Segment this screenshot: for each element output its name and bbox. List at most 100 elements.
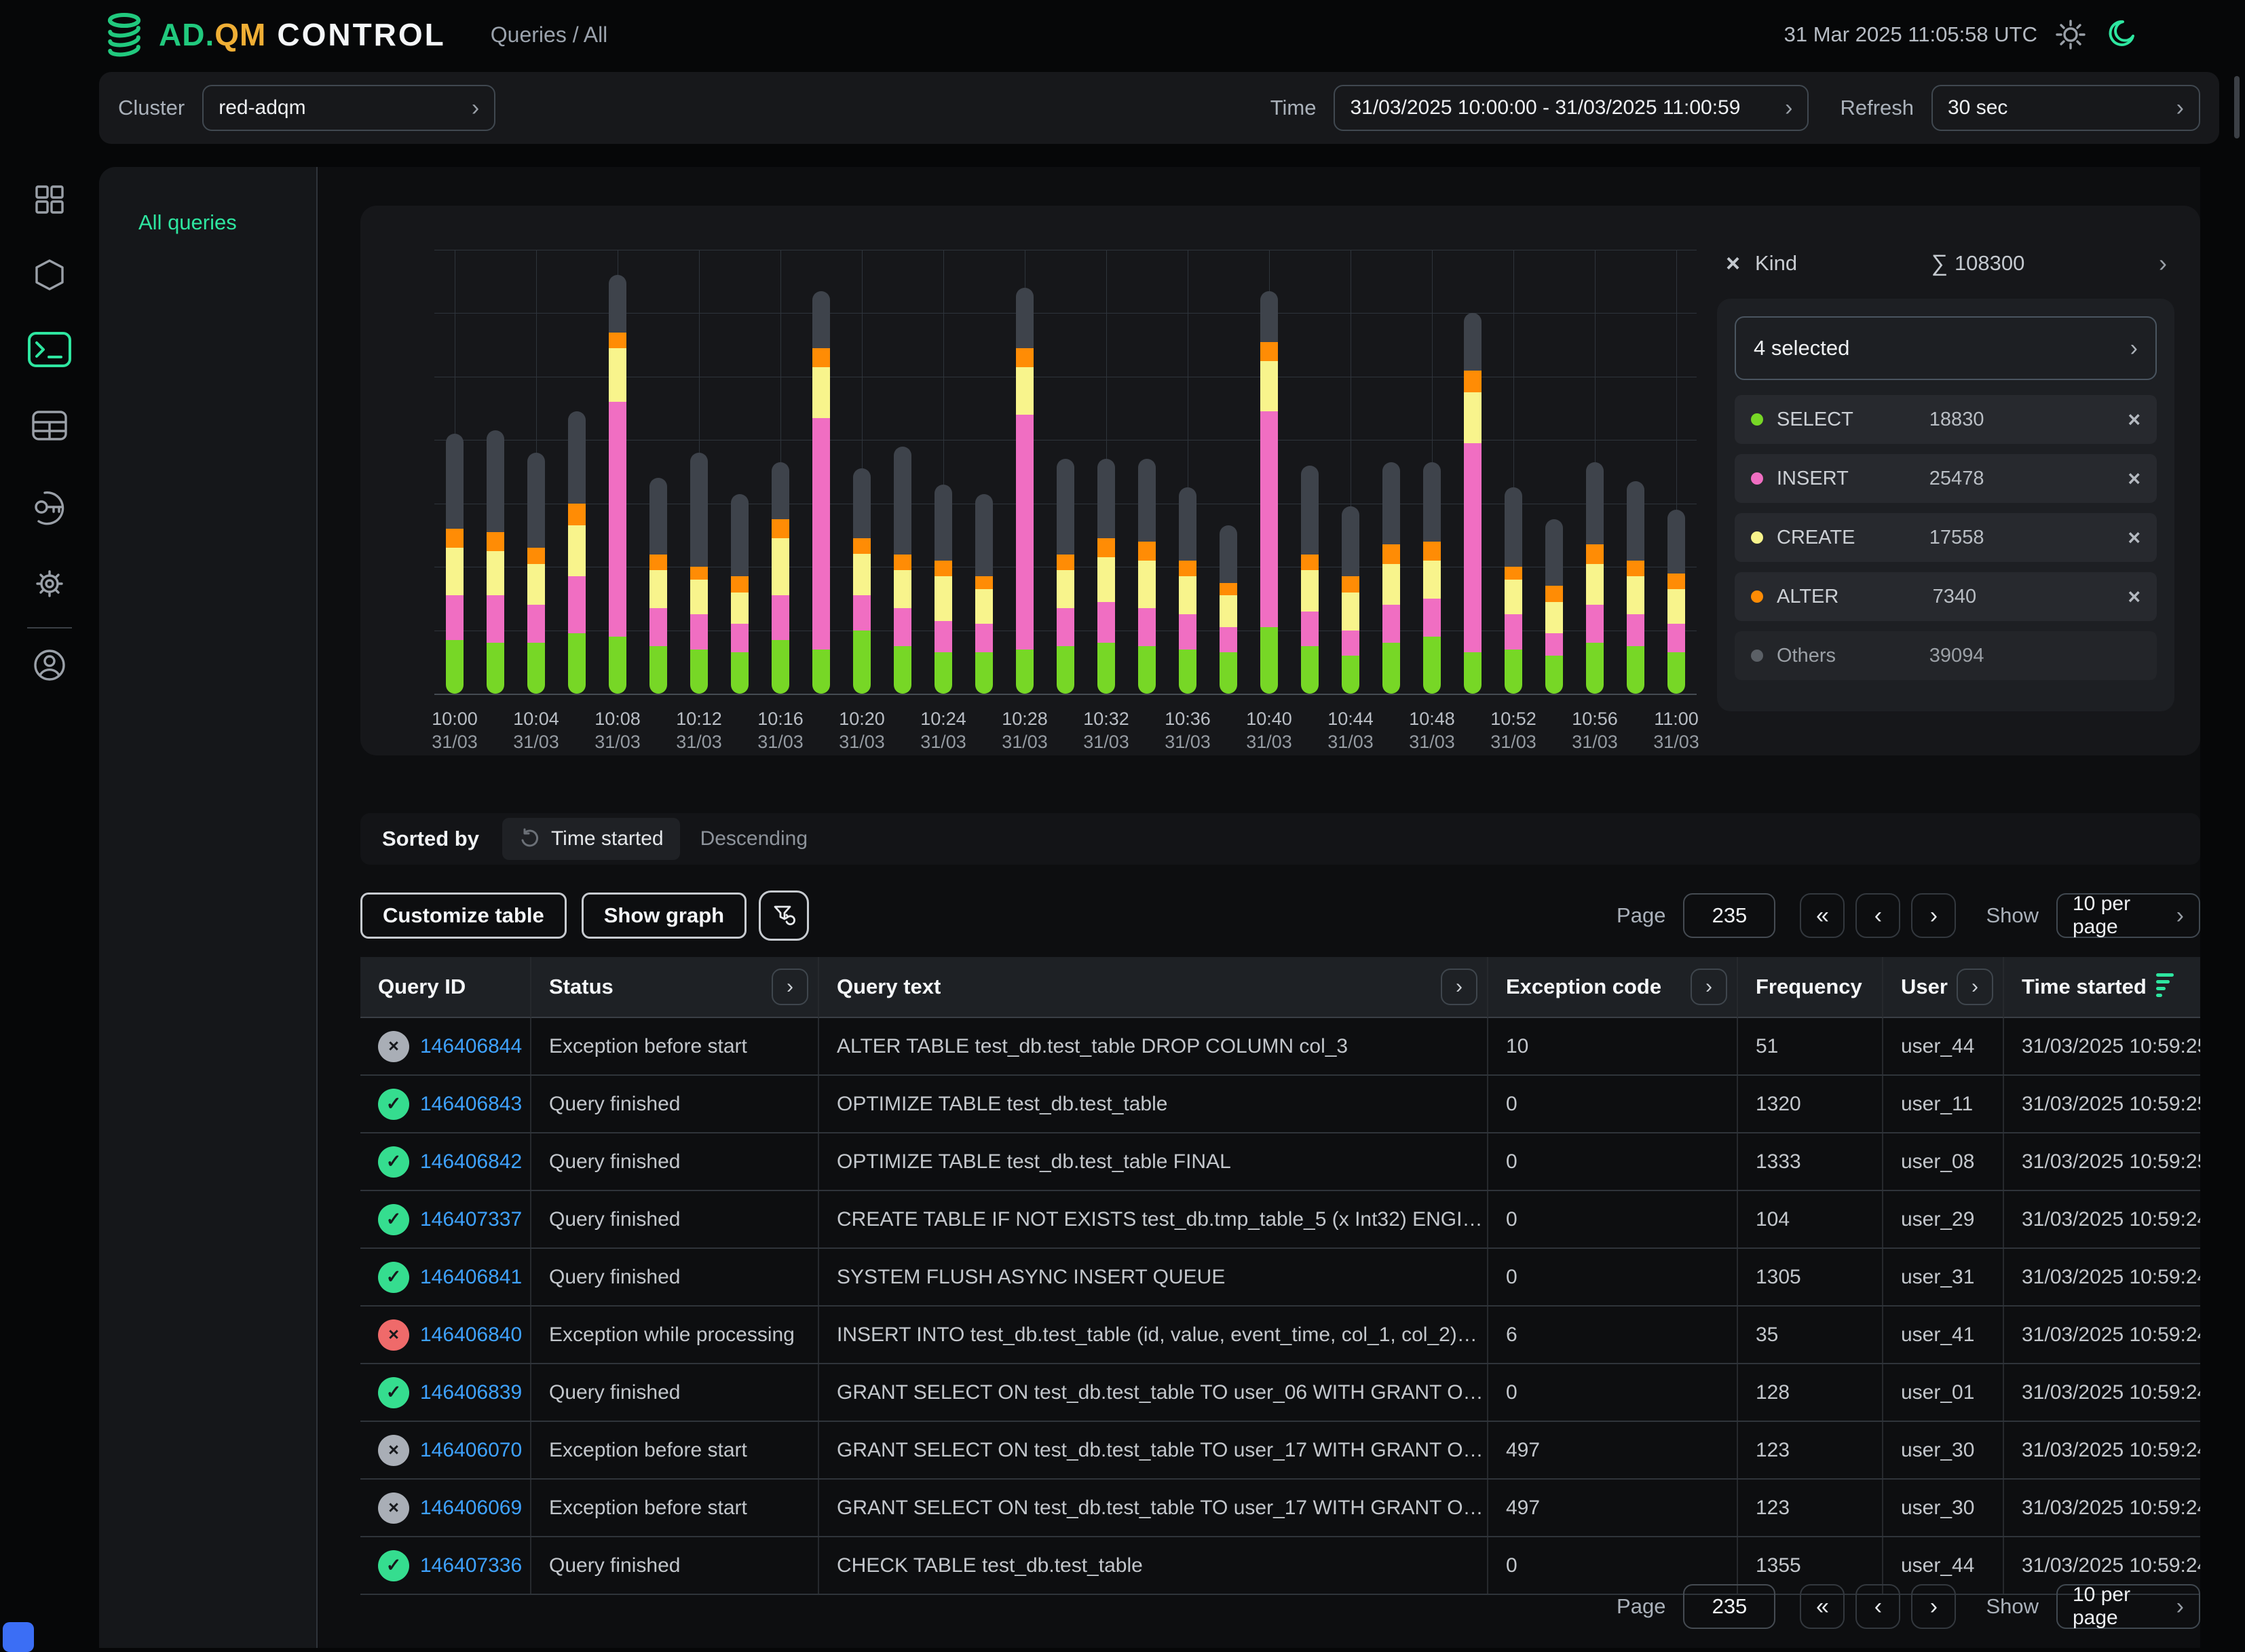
sidebar-item-dashboard[interactable] (0, 183, 99, 216)
reset-filters-button[interactable] (759, 890, 809, 941)
nav-item-all-queries[interactable]: All queries (138, 210, 316, 235)
legend-remove-icon[interactable]: × (2128, 466, 2140, 491)
bar-10:58[interactable] (1615, 250, 1656, 694)
bar-10:50[interactable] (1452, 250, 1493, 694)
sidebar-item-cluster[interactable] (0, 258, 99, 292)
bar-10:26[interactable] (964, 250, 1004, 694)
bar-10:24[interactable] (923, 250, 964, 694)
customize-table-button[interactable]: Customize table (360, 893, 567, 939)
dark-theme-button[interactable] (2104, 18, 2136, 51)
bar-10:56[interactable] (1574, 250, 1615, 694)
bar-10:04[interactable] (516, 250, 556, 694)
bar-10:00[interactable] (434, 250, 475, 694)
query-id-link[interactable]: 146406070 (420, 1439, 522, 1462)
query-text-filter-button[interactable]: › (1441, 969, 1477, 1005)
bar-10:48[interactable] (1412, 250, 1452, 694)
sidebar-item-tables[interactable] (0, 410, 99, 441)
exception-code-filter-button[interactable]: › (1691, 969, 1727, 1005)
bar-10:30[interactable] (1045, 250, 1086, 694)
bar-10:06[interactable] (556, 250, 597, 694)
legend-row-insert[interactable]: INSERT25478× (1735, 454, 2157, 503)
legend-remove-icon[interactable]: × (2128, 584, 2140, 609)
time-range-select[interactable]: 31/03/2025 10:00:00 - 31/03/2025 11:00:5… (1334, 85, 1809, 131)
previous-page-button[interactable]: ‹ (1855, 893, 1900, 938)
bar-10:54[interactable] (1534, 250, 1574, 694)
cell-query-id: ✓146406843 (360, 1076, 531, 1132)
breadcrumb[interactable]: Queries / All (491, 22, 608, 48)
chevron-right-icon[interactable]: › (2159, 249, 2167, 278)
light-theme-button[interactable] (2055, 19, 2086, 50)
kind-selected-dropdown[interactable]: 4 selected › (1735, 316, 2157, 380)
bar-10:14[interactable] (719, 250, 760, 694)
refresh-select[interactable]: 30 sec › (1931, 85, 2200, 131)
legend-color-dot (1751, 472, 1763, 485)
sort-direction[interactable]: Descending (700, 827, 808, 850)
bar-segment-alter (527, 548, 545, 563)
bar-10:16[interactable] (760, 250, 801, 694)
query-id-link[interactable]: 146406842 (420, 1150, 522, 1174)
bar-segment-alter (1382, 544, 1400, 563)
bar-11:00[interactable] (1656, 250, 1697, 694)
first-page-button[interactable]: « (1800, 1584, 1845, 1629)
bar-10:46[interactable] (1371, 250, 1412, 694)
bar-segment-insert (935, 621, 952, 653)
bar-10:12[interactable] (679, 250, 719, 694)
bar-10:28[interactable] (1004, 250, 1045, 694)
previous-page-button[interactable]: ‹ (1855, 1584, 1900, 1629)
query-id-link[interactable]: 146406840 (420, 1324, 522, 1347)
query-id-link[interactable]: 146406843 (420, 1093, 522, 1116)
bar-10:42[interactable] (1289, 250, 1330, 694)
x-tick-10:28: 10:2831/03 (977, 707, 1072, 753)
sidebar-item-profile[interactable] (0, 647, 99, 683)
bar-10:08[interactable] (597, 250, 638, 694)
bar-segment-select (568, 633, 586, 694)
next-page-button[interactable]: › (1911, 1584, 1956, 1629)
cell-frequency: 1320 (1738, 1076, 1883, 1132)
legend-row-create[interactable]: CREATE17558× (1735, 513, 2157, 562)
remove-kind-filter-icon[interactable]: × (1726, 251, 1740, 276)
legend-remove-icon[interactable]: × (2128, 407, 2140, 432)
bar-10:10[interactable] (638, 250, 679, 694)
page-input[interactable] (1683, 1584, 1775, 1629)
bar-10:20[interactable] (842, 250, 882, 694)
header-time-started[interactable]: Time started (2004, 957, 2200, 1018)
query-id-link[interactable]: 146406844 (420, 1035, 522, 1058)
kind-legend-panel: 4 selected › SELECT18830×INSERT25478×CRE… (1717, 299, 2174, 711)
query-id-link[interactable]: 146407337 (420, 1208, 522, 1231)
query-id-link[interactable]: 146406841 (420, 1266, 522, 1289)
sidebar-item-queries-active[interactable] (0, 331, 99, 368)
bar-10:36[interactable] (1167, 250, 1208, 694)
per-page-select[interactable]: 10 per page› (2056, 1584, 2200, 1629)
bar-10:44[interactable] (1330, 250, 1371, 694)
query-id-link[interactable]: 146406839 (420, 1381, 522, 1404)
page-input[interactable] (1683, 893, 1775, 938)
vertical-scrollbar[interactable] (2234, 76, 2240, 138)
per-page-value: 10 per page (2073, 893, 2160, 939)
show-graph-button[interactable]: Show graph (582, 893, 747, 939)
bar-10:32[interactable] (1086, 250, 1127, 694)
bar-10:02[interactable] (475, 250, 516, 694)
sidebar-item-access-keys[interactable] (0, 489, 99, 525)
legend-row-others[interactable]: Others39094 (1735, 631, 2157, 680)
corner-widget[interactable] (3, 1622, 34, 1652)
sort-field-pill[interactable]: Time started (502, 818, 680, 860)
sidebar-item-settings[interactable] (0, 566, 99, 601)
legend-row-alter[interactable]: ALTER7340× (1735, 572, 2157, 621)
bar-10:34[interactable] (1127, 250, 1167, 694)
next-page-button[interactable]: › (1911, 893, 1956, 938)
legend-row-select[interactable]: SELECT18830× (1735, 395, 2157, 444)
bar-10:18[interactable] (801, 250, 842, 694)
user-filter-button[interactable]: › (1957, 969, 1993, 1005)
per-page-select[interactable]: 10 per page› (2056, 893, 2200, 938)
status-filter-button[interactable]: › (772, 969, 808, 1005)
cluster-select[interactable]: red-adqm › (202, 85, 495, 131)
query-id-link[interactable]: 146406069 (420, 1497, 522, 1520)
bar-10:40[interactable] (1249, 250, 1289, 694)
legend-remove-icon[interactable]: × (2128, 525, 2140, 550)
bar-10:38[interactable] (1208, 250, 1249, 694)
bar-10:22[interactable] (882, 250, 923, 694)
query-id-link[interactable]: 146407336 (420, 1554, 522, 1577)
legend-count: 25478 (1929, 468, 1984, 490)
bar-10:52[interactable] (1493, 250, 1534, 694)
first-page-button[interactable]: « (1800, 893, 1845, 938)
